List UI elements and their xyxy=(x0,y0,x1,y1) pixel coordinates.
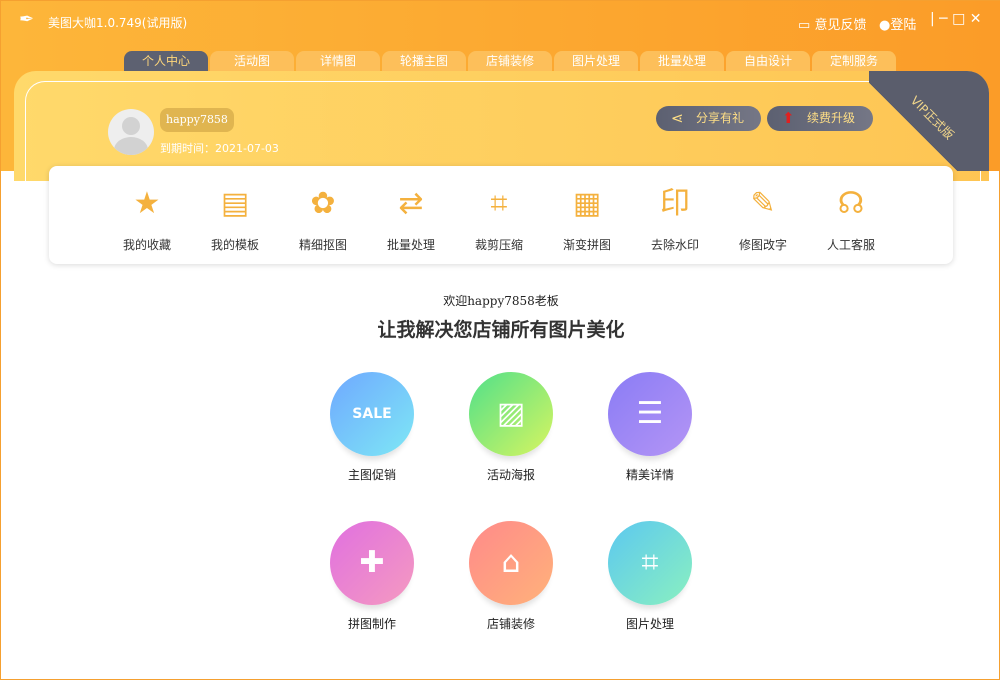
expire-date: 到期时间：2021-07-03 xyxy=(160,140,279,156)
share-button[interactable]: ⋖分享有礼 xyxy=(656,106,761,131)
tab-carousel[interactable]: 轮播主图 xyxy=(382,51,466,71)
tab-bar: 个人中心 活动图 详情图 轮播主图 店铺装修 图片处理 批量处理 自由设计 定制… xyxy=(124,51,898,71)
tab-store[interactable]: 店铺装修 xyxy=(468,51,552,71)
feature-store-decor[interactable]: ⌂店铺装修 xyxy=(461,521,561,632)
tool-batch[interactable]: ⇄批量处理 xyxy=(371,184,451,253)
tool-gradient-collage[interactable]: ▦渐变拼图 xyxy=(547,184,627,253)
tool-support[interactable]: ☊人工客服 xyxy=(811,184,891,253)
palette-icon: ✎ xyxy=(743,184,783,224)
feature-puzzle[interactable]: ✚拼图制作 xyxy=(322,521,422,632)
window-controls: | ─ □ ✕ xyxy=(930,11,981,27)
crop-icon: ⌗ xyxy=(608,521,692,605)
tab-custom[interactable]: 定制服务 xyxy=(812,51,896,71)
tab-detail[interactable]: 详情图 xyxy=(296,51,380,71)
tab-image[interactable]: 图片处理 xyxy=(554,51,638,71)
tab-activity[interactable]: 活动图 xyxy=(210,51,294,71)
repeat-icon: ⇄ xyxy=(391,184,431,224)
window-title: 美图大咖1.0.749(试用版) xyxy=(48,14,187,31)
feather-logo-icon: ✒ xyxy=(19,9,34,30)
collage-icon: ▦ xyxy=(567,184,607,224)
stamp-icon: 印 xyxy=(655,184,695,224)
image-icon: ▨ xyxy=(469,372,553,456)
feature-main-promo[interactable]: SALE主图促销 xyxy=(322,372,422,483)
vip-badge: VIP正式版 xyxy=(869,71,989,171)
feature-image-processing[interactable]: ⌗图片处理 xyxy=(600,521,700,632)
tool-templates[interactable]: ▤我的模板 xyxy=(195,184,275,253)
upgrade-button[interactable]: ⬆续费升级 xyxy=(767,106,873,131)
puzzle-icon: ✚ xyxy=(330,521,414,605)
welcome-text: 欢迎happy7858老板 xyxy=(1,292,1000,309)
tool-retouch[interactable]: ✎修图改字 xyxy=(723,184,803,253)
sale-icon: SALE xyxy=(330,372,414,456)
headset-icon: ☊ xyxy=(831,184,871,224)
tab-personal-center[interactable]: 个人中心 xyxy=(124,51,208,71)
tools-card: ★我的收藏 ▤我的模板 ✿精细抠图 ⇄批量处理 ⌗裁剪压缩 ▦渐变拼图 印去除水… xyxy=(49,166,953,264)
user-icon: ● xyxy=(879,18,890,33)
tool-crop[interactable]: ⌗裁剪压缩 xyxy=(459,184,539,253)
store-icon: ⌂ xyxy=(469,521,553,605)
headline: 让我解决您店铺所有图片美化 xyxy=(1,315,1000,342)
tool-watermark[interactable]: 印去除水印 xyxy=(635,184,715,253)
maximize-button[interactable]: □ xyxy=(952,11,970,27)
share-icon: ⋖ xyxy=(671,106,684,131)
feedback-button[interactable]: ▭ 意见反馈 xyxy=(798,14,866,33)
tab-free-design[interactable]: 自由设计 xyxy=(726,51,810,71)
arrow-up-icon: ⬆ xyxy=(782,106,795,131)
list-icon: ☰ xyxy=(608,372,692,456)
tool-cutout[interactable]: ✿精细抠图 xyxy=(283,184,363,253)
minimize-button[interactable]: ─ xyxy=(935,11,952,27)
feature-poster[interactable]: ▨活动海报 xyxy=(461,372,561,483)
tool-favorites[interactable]: ★我的收藏 xyxy=(107,184,187,253)
star-icon: ★ xyxy=(127,184,167,224)
username: happy7858 xyxy=(160,108,234,132)
feature-detail[interactable]: ☰精美详情 xyxy=(600,372,700,483)
template-icon: ▤ xyxy=(215,184,255,224)
crop-icon: ⌗ xyxy=(479,184,519,224)
chat-icon: ▭ xyxy=(798,18,810,33)
flower-icon: ✿ xyxy=(303,184,343,224)
close-button[interactable]: ✕ xyxy=(970,11,982,27)
login-button[interactable]: ●登陆 xyxy=(879,14,916,33)
avatar[interactable] xyxy=(108,109,154,155)
tab-batch[interactable]: 批量处理 xyxy=(640,51,724,71)
